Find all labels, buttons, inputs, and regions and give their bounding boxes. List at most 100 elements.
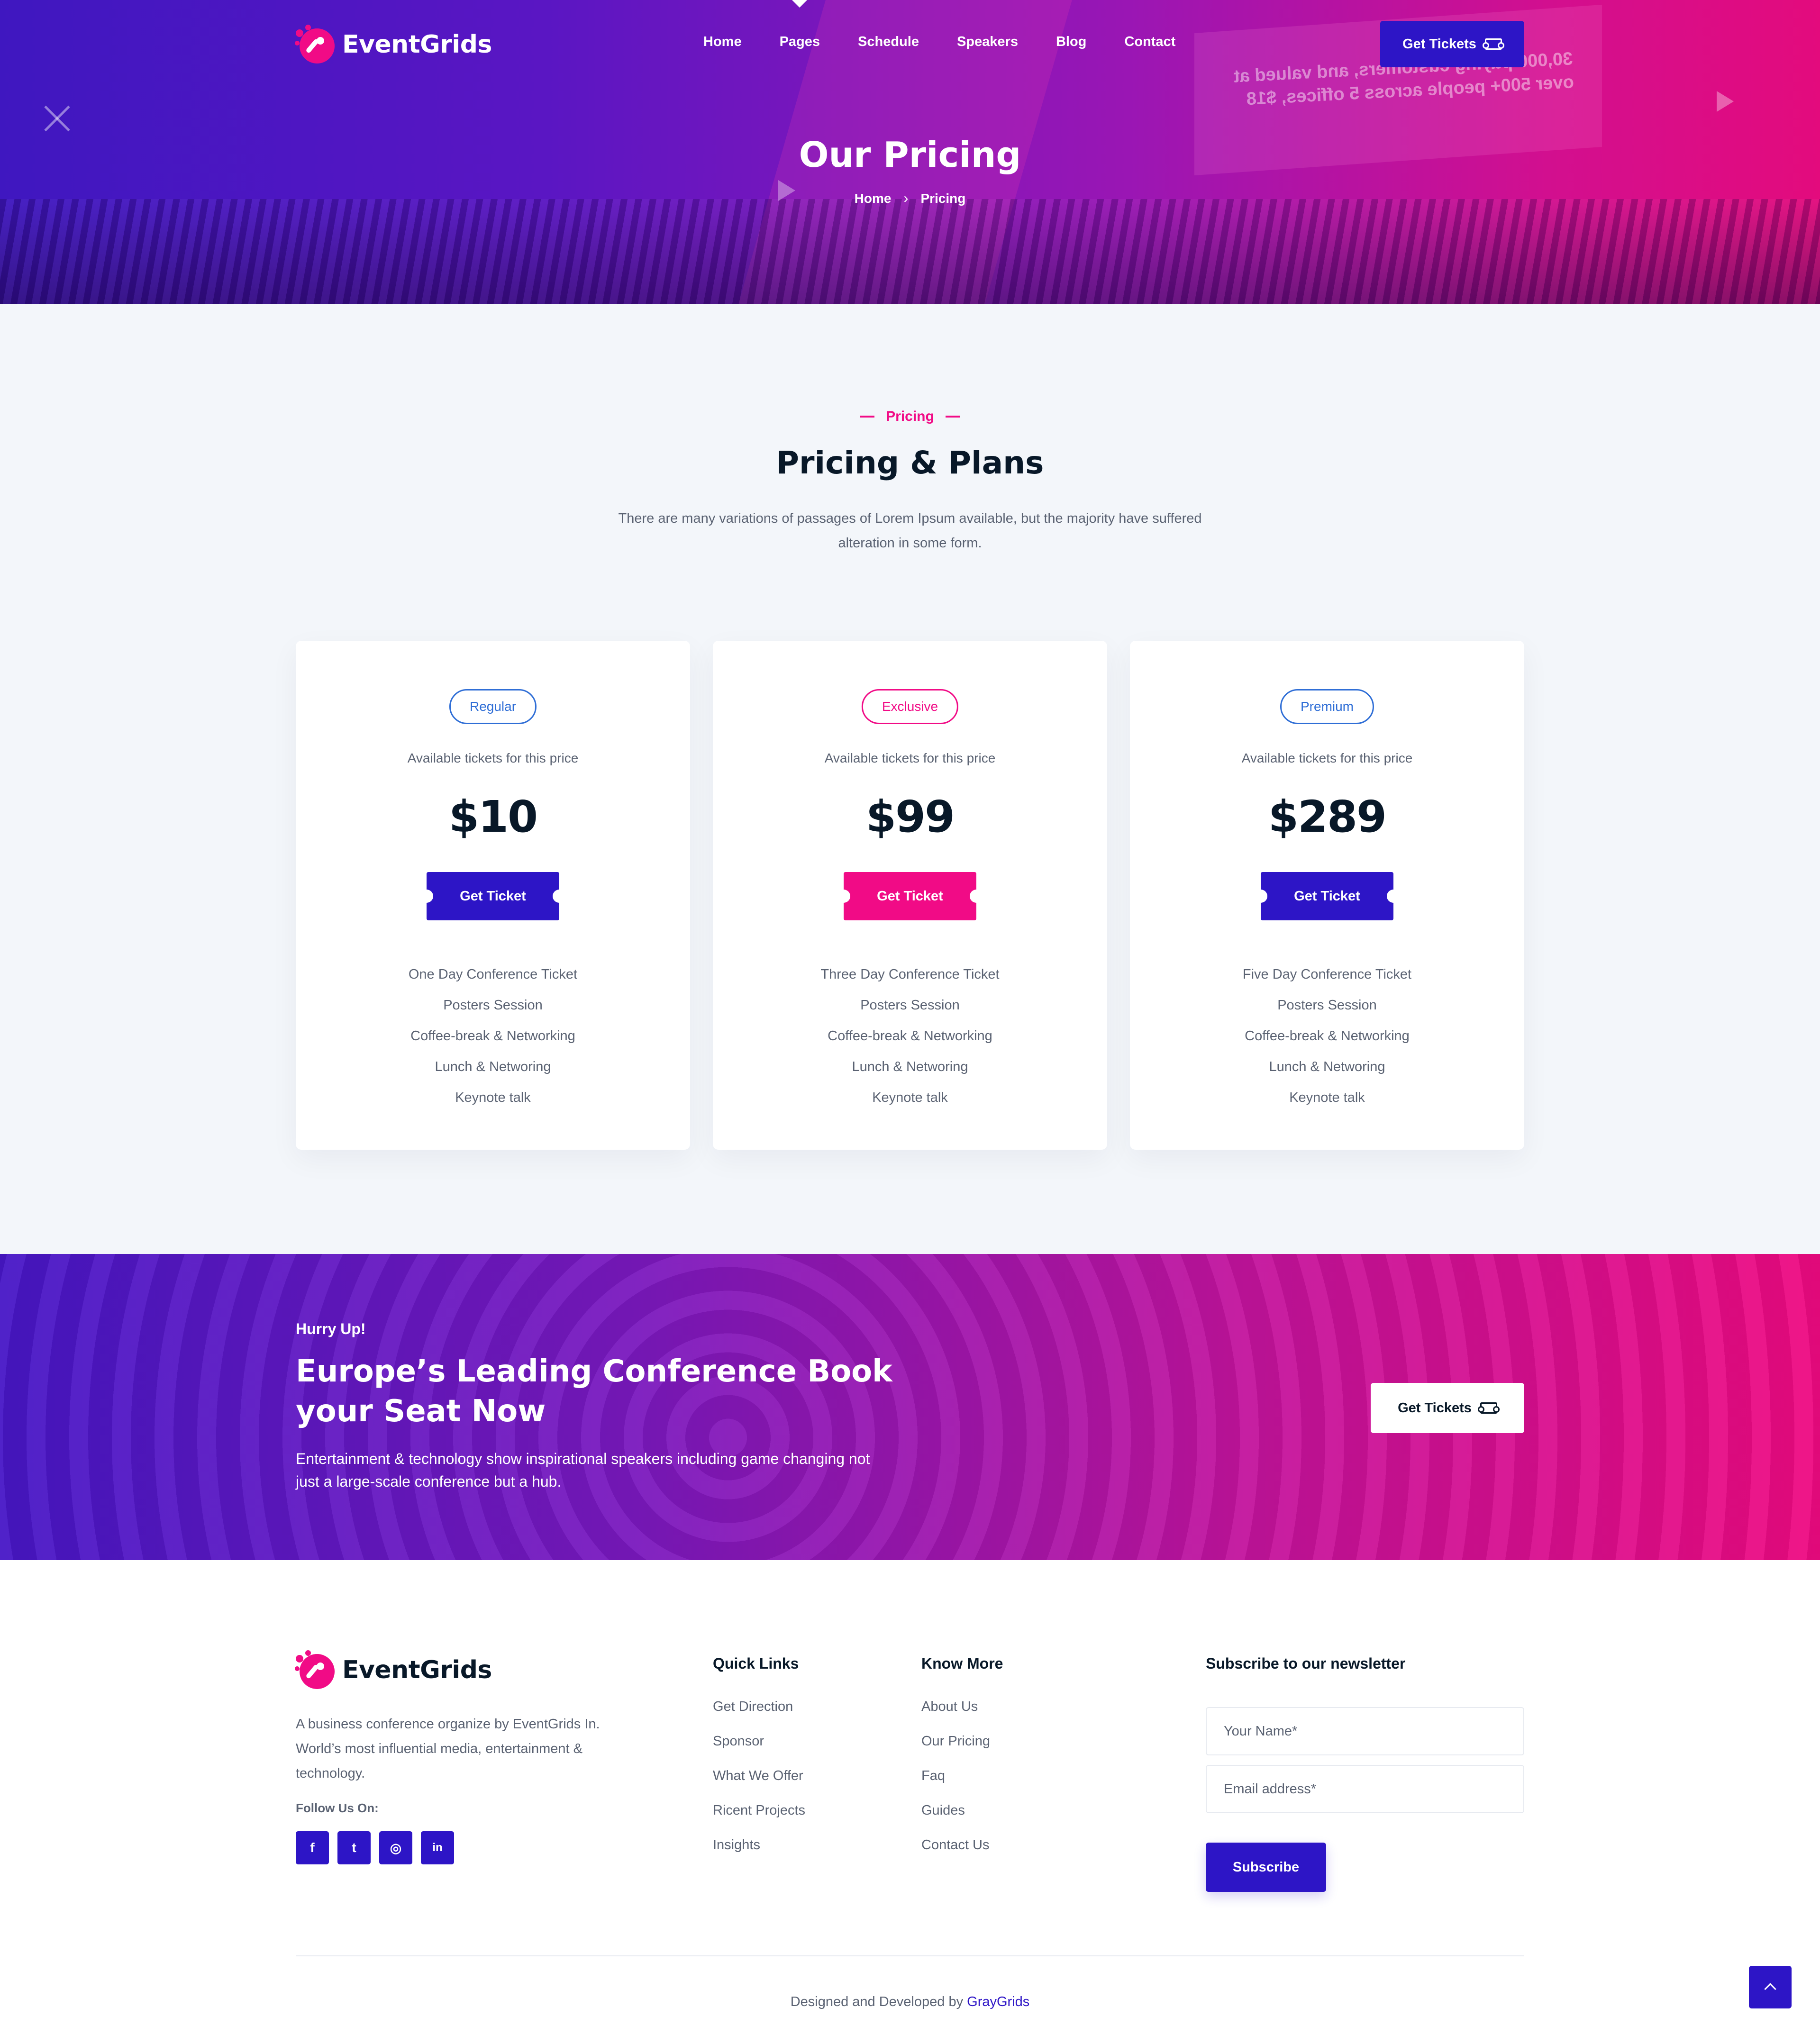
- scroll-to-top-button[interactable]: [1749, 1966, 1792, 2008]
- footer-link[interactable]: Guides: [921, 1803, 1003, 1837]
- newsletter-title: Subscribe to our newsletter: [1206, 1655, 1406, 1672]
- plan-feature: Lunch & Networing: [435, 1059, 551, 1074]
- breadcrumb-home[interactable]: Home: [855, 191, 892, 206]
- facebook-icon[interactable]: f: [296, 1831, 329, 1864]
- pricing-card-exclusive: Exclusive Available tickets for this pri…: [713, 641, 1107, 1150]
- cta-title: Europe’s Leading Conference Book your Se…: [296, 1354, 892, 1429]
- footer-link[interactable]: What We Offer: [713, 1768, 805, 1803]
- breadcrumb: Home › Pricing: [0, 191, 1820, 207]
- nav-blog[interactable]: Blog: [1056, 34, 1086, 50]
- section-description: There are many variations of passages of…: [618, 511, 1202, 551]
- footer-link[interactable]: Faq: [921, 1768, 1003, 1803]
- nav-schedule[interactable]: Schedule: [858, 34, 919, 50]
- plan-features: Five Day Conference Ticket Posters Sessi…: [1130, 959, 1524, 1113]
- email-input[interactable]: [1206, 1765, 1524, 1813]
- pricing-card-regular: Regular Available tickets for this price…: [296, 641, 690, 1150]
- plan-feature: Keynote talk: [455, 1090, 531, 1105]
- microphone-logo-icon: [295, 1650, 336, 1690]
- plan-feature: Posters Session: [1277, 998, 1377, 1013]
- name-input[interactable]: [1206, 1707, 1524, 1755]
- nav-pages[interactable]: Pages: [780, 0, 820, 50]
- plan-price: $289: [1268, 791, 1387, 842]
- audience-background: [0, 199, 1820, 304]
- plan-feature: Posters Session: [443, 998, 543, 1013]
- footer-credit: Designed and Developed by GrayGrids: [0, 1994, 1820, 2010]
- plan-feature: Coffee-break & Networking: [828, 1028, 992, 1044]
- plan-subtitle: Available tickets for this price: [824, 751, 996, 765]
- cta-kicker: Hurry Up!: [296, 1320, 366, 1337]
- plan-feature: Coffee-break & Networking: [410, 1028, 575, 1044]
- footer-link[interactable]: Sponsor: [713, 1734, 805, 1768]
- dash-decoration: [945, 416, 960, 418]
- cta-description: Entertainment & technology show inspirat…: [296, 1450, 870, 1490]
- nav-contact[interactable]: Contact: [1124, 34, 1175, 50]
- newsletter-form: Subscribe to our newsletter Subscribe: [1206, 1655, 1524, 1892]
- plan-feature: Lunch & Networing: [1269, 1059, 1385, 1074]
- quick-links-column: Quick Links Get Direction Sponsor What W…: [713, 1655, 805, 1872]
- footer-link[interactable]: Ricent Projects: [713, 1803, 805, 1837]
- call-to-action-banner: Hurry Up! Europe’s Leading Conference Bo…: [0, 1254, 1820, 1560]
- footer-link[interactable]: About Us: [921, 1699, 1003, 1734]
- close-shape-decoration-icon: [42, 103, 72, 134]
- cta-get-tickets-label: Get Tickets: [1398, 1400, 1472, 1416]
- plan-features: Three Day Conference Ticket Posters Sess…: [713, 959, 1107, 1113]
- footer-logo[interactable]: EventGrids: [295, 1650, 492, 1690]
- ticket-icon: [1477, 1402, 1500, 1414]
- section-tag: Pricing: [0, 409, 1820, 425]
- nav-home[interactable]: Home: [703, 34, 742, 50]
- know-more-column: Know More About Us Our Pricing Faq Guide…: [921, 1655, 1003, 1872]
- plan-subtitle: Available tickets for this price: [1241, 751, 1413, 765]
- plan-subtitle: Available tickets for this price: [407, 751, 579, 765]
- header-get-tickets-button[interactable]: Get Tickets: [1380, 21, 1524, 67]
- plan-feature: Coffee-break & Networking: [1245, 1028, 1410, 1044]
- plan-badge: Premium: [1280, 689, 1374, 724]
- footer-link[interactable]: Get Direction: [713, 1699, 805, 1734]
- section-tag-label: Pricing: [886, 409, 934, 424]
- plan-price: $99: [865, 791, 955, 842]
- footer-link[interactable]: Our Pricing: [921, 1734, 1003, 1768]
- footer-divider: [296, 1955, 1524, 1956]
- plan-price: $10: [448, 791, 538, 842]
- plan-feature: Keynote talk: [872, 1090, 948, 1105]
- chevron-right-icon: ›: [903, 191, 909, 206]
- page-title: Our Pricing: [799, 135, 1021, 175]
- instagram-icon[interactable]: ◎: [379, 1831, 412, 1864]
- brand-name: EventGrids: [342, 1656, 492, 1684]
- know-more-title: Know More: [921, 1655, 1003, 1672]
- get-ticket-button[interactable]: Get Ticket: [837, 872, 983, 920]
- plan-features: One Day Conference Ticket Posters Sessio…: [296, 959, 690, 1113]
- header-logo[interactable]: EventGrids: [295, 25, 492, 64]
- brand-name: EventGrids: [342, 30, 492, 59]
- footer-link[interactable]: Insights: [713, 1837, 805, 1872]
- plan-feature: Lunch & Networing: [852, 1059, 968, 1074]
- nav-speakers[interactable]: Speakers: [957, 34, 1018, 50]
- plan-feature: Posters Session: [860, 998, 960, 1013]
- plan-feature: Keynote talk: [1289, 1090, 1365, 1105]
- credit-link[interactable]: GrayGrids: [967, 1994, 1029, 2009]
- get-ticket-button[interactable]: Get Ticket: [420, 872, 566, 920]
- quick-links-title: Quick Links: [713, 1655, 799, 1672]
- linkedin-icon[interactable]: in: [421, 1831, 454, 1864]
- microphone-logo-icon: [295, 25, 336, 64]
- footer: EventGrids A business conference organiz…: [0, 1560, 1820, 2035]
- get-ticket-button[interactable]: Get Ticket: [1254, 872, 1400, 920]
- hero-banner: 30,000 paying customers, and valued at o…: [0, 0, 1820, 304]
- social-links: f t ◎ in: [296, 1831, 463, 1864]
- plan-badge: Regular: [449, 689, 537, 724]
- chevron-up-icon: [1764, 1983, 1776, 1995]
- header-get-tickets-label: Get Tickets: [1402, 36, 1476, 52]
- follow-label: Follow Us On:: [296, 1801, 379, 1815]
- plan-badge: Exclusive: [861, 689, 959, 724]
- footer-about: A business conference organize by EventG…: [296, 1717, 600, 1781]
- twitter-icon[interactable]: t: [337, 1831, 371, 1864]
- ticket-icon: [1482, 38, 1504, 50]
- dash-decoration: [860, 416, 875, 418]
- main-navigation: Home Pages Schedule Speakers Blog Contac…: [703, 0, 1213, 50]
- pricing-card-premium: Premium Available tickets for this price…: [1130, 641, 1524, 1150]
- credit-prefix: Designed and Developed by: [790, 1994, 964, 2009]
- footer-link[interactable]: Contact Us: [921, 1837, 1003, 1872]
- play-shape-decoration-icon: [1717, 91, 1734, 112]
- plan-feature: One Day Conference Ticket: [408, 967, 578, 982]
- subscribe-button[interactable]: Subscribe: [1206, 1843, 1326, 1892]
- cta-get-tickets-button[interactable]: Get Tickets: [1371, 1383, 1524, 1433]
